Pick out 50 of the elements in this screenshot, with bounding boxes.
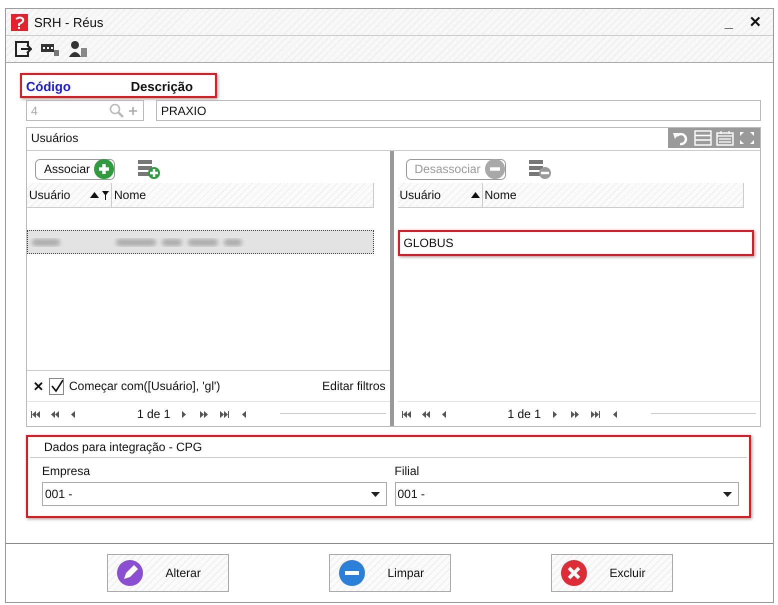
dropdown-field[interactable]: 001 - bbox=[394, 482, 739, 506]
description-field[interactable]: PRAXIO bbox=[156, 100, 761, 121]
table-row[interactable]: GLOBUS bbox=[398, 230, 754, 256]
panel-title: Usuários bbox=[30, 130, 80, 147]
clear-button[interactable]: Limpar bbox=[328, 554, 450, 592]
field-label: Descrição bbox=[130, 79, 193, 94]
remove-list-icon[interactable] bbox=[528, 158, 552, 180]
column-header[interactable]: Nome bbox=[482, 183, 744, 207]
filter-icon bbox=[102, 190, 109, 200]
close-button[interactable]: ✕ bbox=[744, 13, 767, 31]
sort-ascending-icon bbox=[90, 192, 99, 198]
column-header[interactable]: Nome bbox=[112, 183, 374, 207]
horizontal-scrollbar[interactable] bbox=[280, 413, 386, 415]
exit-icon[interactable] bbox=[14, 40, 32, 58]
table-row[interactable] bbox=[27, 230, 374, 254]
app-logo-icon bbox=[11, 14, 28, 30]
clear-filter-button[interactable]: ✕ bbox=[33, 378, 44, 394]
undo-icon[interactable] bbox=[672, 130, 690, 146]
user-icon[interactable] bbox=[68, 40, 88, 58]
column-header[interactable]: Usuário bbox=[398, 183, 482, 207]
close-icon bbox=[560, 559, 588, 587]
plus-icon bbox=[94, 159, 114, 179]
minus-icon bbox=[338, 559, 366, 587]
pencil-icon bbox=[116, 559, 144, 587]
minus-icon bbox=[484, 159, 505, 179]
edit-button[interactable]: Alterar bbox=[106, 554, 228, 592]
dropdown-arrow-icon bbox=[370, 492, 380, 496]
dropdown-field[interactable]: 001 - bbox=[42, 482, 386, 506]
filter-checkbox[interactable] bbox=[49, 378, 64, 394]
page-indicator: 1 de 1 bbox=[137, 407, 170, 421]
page-indicator: 1 de 1 bbox=[508, 407, 541, 421]
edit-filters-link[interactable]: Editar filtros bbox=[322, 379, 386, 393]
field-label: Código bbox=[26, 79, 71, 94]
section-title: Dados para integração - CPG bbox=[30, 437, 747, 458]
associate-button[interactable]: Associar bbox=[35, 158, 116, 180]
delete-button[interactable]: Excluir bbox=[550, 554, 672, 592]
field-label: Empresa bbox=[42, 464, 92, 478]
sort-ascending-icon bbox=[470, 192, 480, 198]
expand-icon[interactable] bbox=[738, 130, 756, 146]
list-icon[interactable] bbox=[694, 130, 712, 146]
filter-text: Começar com([Usuário], 'gl') bbox=[69, 379, 220, 393]
field-label: Filial bbox=[394, 464, 420, 478]
table-cell-text: GLOBUS bbox=[402, 236, 454, 250]
column-header[interactable]: Usuário bbox=[27, 183, 112, 207]
dropdown-arrow-icon bbox=[723, 492, 732, 496]
calendar-icon[interactable] bbox=[716, 130, 734, 146]
minimize-button[interactable]: _ bbox=[720, 14, 738, 30]
horizontal-scrollbar[interactable] bbox=[650, 413, 756, 415]
add-list-icon[interactable] bbox=[137, 158, 162, 180]
window-title: SRH - Réus bbox=[34, 14, 104, 30]
